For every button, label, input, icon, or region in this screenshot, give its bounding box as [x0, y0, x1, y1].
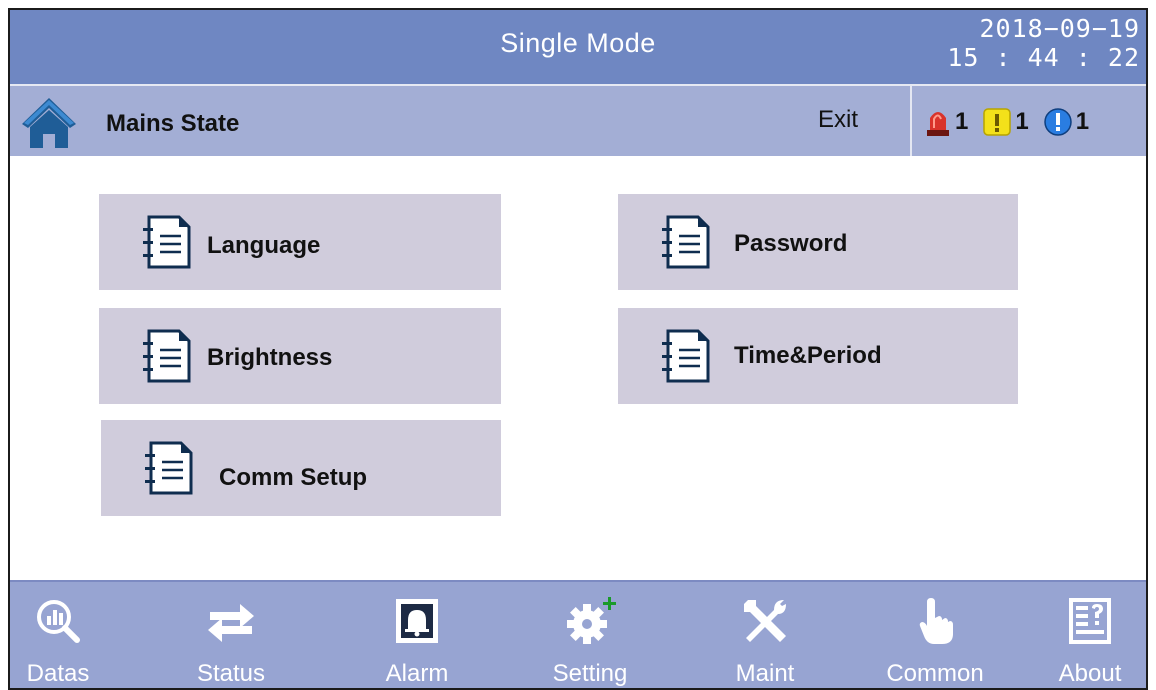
nav-maint[interactable]: Maint: [710, 582, 820, 688]
language-button[interactable]: Language: [99, 194, 501, 290]
status-bar: Mains State Exit 1 1 1: [10, 84, 1146, 158]
time-text: 15 : 44 : 22: [947, 43, 1140, 72]
nav-datas-label: Datas: [26, 660, 90, 687]
exit-button[interactable]: Exit: [800, 100, 876, 140]
nav-datas[interactable]: Datas: [10, 582, 106, 688]
document-icon: [662, 329, 710, 383]
tools-icon: [744, 600, 786, 642]
critical-alarm-count: 1: [955, 108, 969, 135]
time-period-button[interactable]: Time&Period: [618, 308, 1018, 404]
nav-maint-label: Maint: [735, 660, 795, 687]
info-count: 1: [1075, 108, 1090, 135]
bell-icon: [396, 599, 438, 643]
pointer-hand-icon: [919, 598, 953, 644]
warning-counter[interactable]: 1: [982, 107, 1029, 137]
comm-setup-button[interactable]: Comm Setup: [101, 420, 501, 516]
info-icon: [1043, 108, 1072, 136]
nav-alarm[interactable]: Alarm: [366, 582, 468, 688]
nav-setting[interactable]: Setting: [530, 582, 650, 688]
alarm-counters[interactable]: 1 1 1: [924, 104, 1103, 140]
password-button[interactable]: Password: [618, 194, 1018, 290]
comm-setup-label: Comm Setup: [219, 464, 368, 491]
divider: [910, 86, 912, 158]
screen-frame: Single Mode 2018−09−19 15 : 44 : 22 Main…: [8, 8, 1148, 690]
brightness-label: Brightness: [207, 344, 333, 371]
settings-menu: Language Password Brightness Time&Period…: [10, 156, 1146, 586]
document-info-icon: [1069, 598, 1111, 644]
language-label: Language: [207, 232, 321, 259]
critical-alarm-counter[interactable]: 1: [924, 106, 968, 138]
warning-count: 1: [1015, 108, 1029, 135]
nav-alarm-label: Alarm: [385, 660, 449, 687]
nav-common[interactable]: Common: [870, 582, 1000, 688]
nav-about-label: About: [1058, 660, 1122, 687]
document-icon: [662, 215, 710, 269]
info-counter[interactable]: 1: [1043, 107, 1089, 137]
datetime-display: 2018−09−19 15 : 44 : 22: [947, 14, 1140, 72]
document-icon: [143, 215, 191, 269]
siren-icon: [927, 112, 949, 136]
home-icon[interactable]: [20, 96, 78, 150]
time-period-label: Time&Period: [734, 342, 882, 369]
nav-status-label: Status: [196, 660, 266, 687]
document-icon: [145, 441, 193, 495]
nav-status[interactable]: Status: [176, 582, 286, 688]
nav-setting-label: Setting: [552, 660, 628, 687]
gear-icon: [567, 597, 616, 644]
brightness-button[interactable]: Brightness: [99, 308, 501, 404]
bottom-nav: Datas Status Alarm Setting Maint Common …: [10, 580, 1146, 688]
swap-arrows-icon: [208, 604, 254, 642]
nav-about[interactable]: About: [1040, 582, 1140, 688]
nav-common-label: Common: [886, 660, 984, 687]
date-text: 2018−09−19: [979, 14, 1140, 43]
mains-state-label: Mains State: [106, 110, 240, 137]
document-icon: [143, 329, 191, 383]
magnifier-chart-icon: [37, 600, 80, 643]
title-bar: Single Mode 2018−09−19 15 : 44 : 22: [10, 10, 1146, 84]
warning-icon: [983, 108, 1012, 136]
password-label: Password: [734, 230, 848, 257]
